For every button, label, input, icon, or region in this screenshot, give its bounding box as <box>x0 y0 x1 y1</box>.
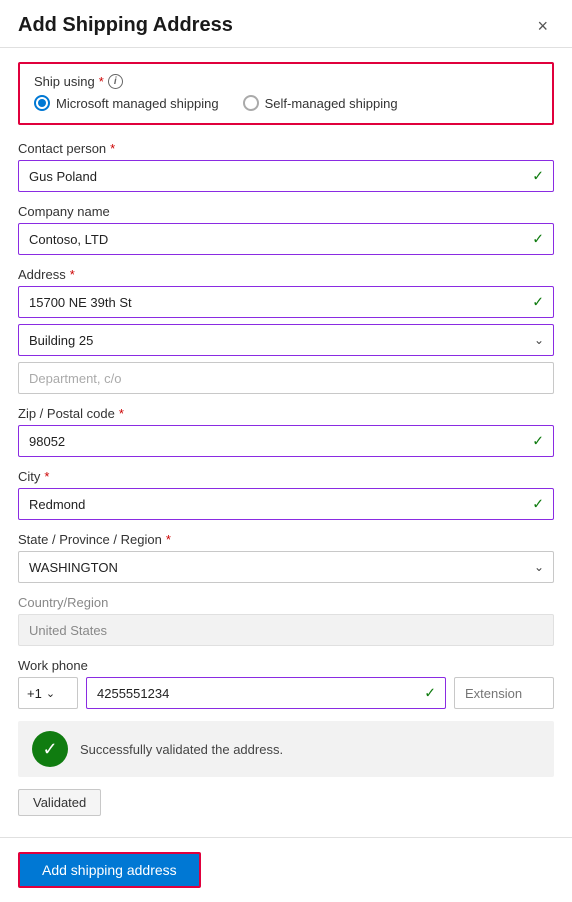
modal-footer: Add shipping address <box>0 837 572 902</box>
close-button[interactable]: × <box>531 15 554 37</box>
modal-title: Add Shipping Address <box>18 14 233 37</box>
state-label: State / Province / Region * <box>18 532 554 547</box>
modal-body: Ship using * i Microsoft managed shippin… <box>0 48 572 837</box>
company-name-label: Company name <box>18 204 554 219</box>
ship-using-section: Ship using * i Microsoft managed shippin… <box>18 62 554 125</box>
state-field: State / Province / Region * WASHINGTON ⌄ <box>18 532 554 583</box>
city-field: City * ✓ <box>18 469 554 520</box>
country-input <box>18 614 554 646</box>
city-input[interactable] <box>18 488 554 520</box>
address-line3-input[interactable] <box>18 362 554 394</box>
work-phone-label: Work phone <box>18 658 554 673</box>
extension-input[interactable] <box>454 677 554 709</box>
success-checkmark-icon: ✓ <box>42 739 57 760</box>
radio-self-managed-label: Self-managed shipping <box>265 96 398 111</box>
validated-button[interactable]: Validated <box>18 789 101 816</box>
country-label: Country/Region <box>18 595 554 610</box>
info-icon[interactable]: i <box>108 74 123 89</box>
country-field: Country/Region <box>18 595 554 646</box>
radio-microsoft[interactable]: Microsoft managed shipping <box>34 95 219 111</box>
work-phone-field: Work phone +1 ⌄ ✓ <box>18 658 554 709</box>
ship-using-radio-group: Microsoft managed shipping Self-managed … <box>34 95 538 111</box>
city-label: City * <box>18 469 554 484</box>
state-select[interactable]: WASHINGTON <box>18 551 554 583</box>
radio-microsoft-label: Microsoft managed shipping <box>56 96 219 111</box>
ship-using-label: Ship using * i <box>34 74 538 89</box>
phone-country-dropdown-icon: ⌄ <box>46 687 55 700</box>
address-line2-input[interactable] <box>18 324 554 356</box>
radio-microsoft-circle <box>34 95 50 111</box>
zip-field: Zip / Postal code * ✓ <box>18 406 554 457</box>
zip-input[interactable] <box>18 425 554 457</box>
phone-number-input[interactable] <box>86 677 446 709</box>
contact-person-field: Contact person * ✓ <box>18 141 554 192</box>
contact-person-label: Contact person * <box>18 141 554 156</box>
required-star: * <box>99 74 104 89</box>
address-label: Address * <box>18 267 554 282</box>
success-icon: ✓ <box>32 731 68 767</box>
modal-header: Add Shipping Address × <box>0 0 572 48</box>
contact-person-input[interactable] <box>18 160 554 192</box>
address-line1-input[interactable] <box>18 286 554 318</box>
address-field: Address * ✓ ⌄ <box>18 267 554 394</box>
company-name-field: Company name ✓ <box>18 204 554 255</box>
success-banner: ✓ Successfully validated the address. <box>18 721 554 777</box>
add-shipping-address-modal: Add Shipping Address × Ship using * i Mi… <box>0 0 572 902</box>
radio-self-managed[interactable]: Self-managed shipping <box>243 95 398 111</box>
phone-row: +1 ⌄ ✓ <box>18 677 554 709</box>
company-name-input[interactable] <box>18 223 554 255</box>
add-shipping-address-button[interactable]: Add shipping address <box>18 852 201 888</box>
phone-country-code-text: +1 <box>27 686 42 701</box>
success-text: Successfully validated the address. <box>80 742 283 757</box>
zip-label: Zip / Postal code * <box>18 406 554 421</box>
radio-self-managed-circle <box>243 95 259 111</box>
phone-country-code[interactable]: +1 ⌄ <box>18 677 78 709</box>
